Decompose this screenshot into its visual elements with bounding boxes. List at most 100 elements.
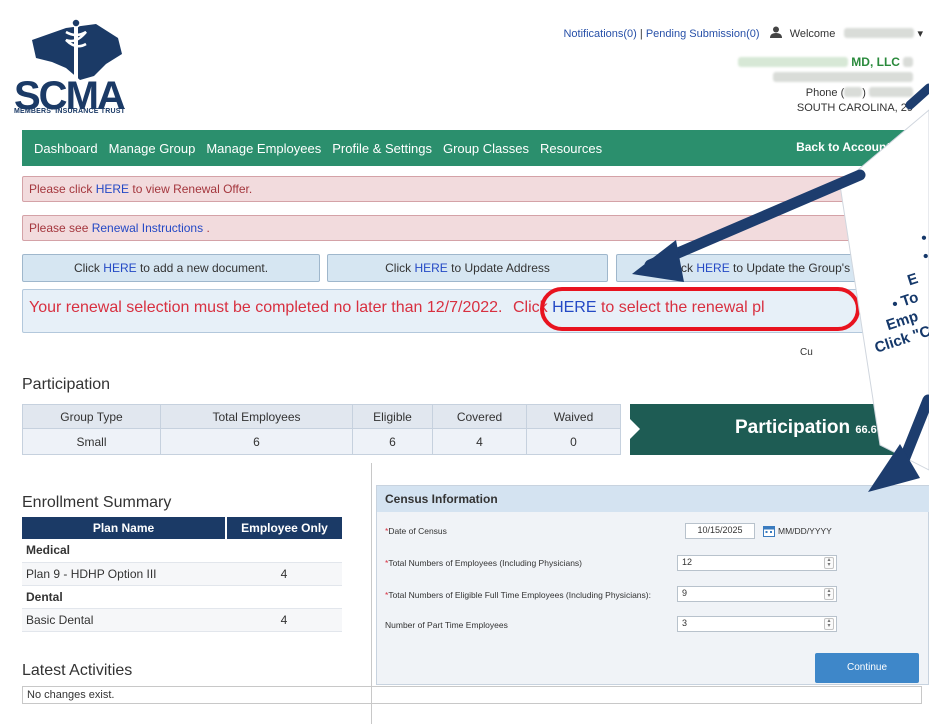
org-name: MD, LLC (851, 55, 900, 69)
input-value: 3 (682, 618, 688, 628)
stepper-icon[interactable]: ▴ ▾ (824, 588, 834, 600)
deadline-text: Your renewal selection must be completed… (29, 299, 503, 316)
plan-count-cell: 4 (226, 608, 342, 632)
redacted-org-suffix (903, 57, 913, 67)
date-of-census-input[interactable]: 10/15/2025 (685, 523, 755, 539)
alert-text: Please see (29, 221, 92, 235)
pending-submission-link[interactable]: Pending Submission(0) (646, 28, 760, 40)
banner-arrow (630, 419, 640, 439)
label-text: Total Numbers of Eligible Full Time Empl… (388, 590, 651, 600)
enrollment-summary-title: Enrollment Summary (22, 494, 172, 511)
table-row: Medical (22, 539, 342, 563)
census-title: Census Information (377, 486, 929, 512)
current-label: Cu (800, 347, 813, 358)
notifications-link[interactable]: Notifications(0) (563, 28, 636, 40)
redacted-address (773, 72, 913, 82)
participation-table: Group Type Total Employees Eligible Cove… (22, 404, 621, 455)
chevron-down-icon[interactable]: ▾ (917, 28, 923, 40)
update-waiting-period-link[interactable]: HERE (696, 261, 729, 275)
part-time-employees-input[interactable]: 3 ▴ ▾ (677, 616, 837, 632)
button-text: Click (667, 261, 697, 275)
eligible-employees-input[interactable]: 9 ▴ ▾ (677, 586, 837, 602)
nav-resources[interactable]: Resources (540, 141, 602, 156)
scma-logo[interactable]: SCMA MEMBERS' INSURANCE TRUST (14, 18, 144, 122)
welcome-label: Welcome (789, 28, 836, 40)
button-text: Click (73, 261, 104, 275)
table-row[interactable]: Basic Dental 4 (22, 608, 342, 632)
col-waived: Waived (526, 404, 621, 429)
cell-eligible: 6 (352, 428, 433, 455)
nav-group-classes[interactable]: Group Classes (443, 141, 529, 156)
continue-button[interactable]: Continue (815, 653, 919, 683)
date-format-hint: MM/DD/YYYY (778, 526, 832, 536)
cell-total-employees: 6 (160, 428, 353, 455)
redacted-phone (869, 87, 913, 97)
logo-subtitle: MEMBERS' INSURANCE TRUST (14, 108, 126, 115)
update-address-button[interactable]: Click HERE to Update Address (327, 254, 608, 282)
nav-manage-employees[interactable]: Manage Employees (206, 141, 321, 156)
add-document-link[interactable]: HERE (103, 261, 136, 275)
redacted-username (844, 28, 915, 38)
participation-header-row: Group Type Total Employees Eligible Cove… (22, 404, 621, 429)
enrollment-table: Plan Name Employee Only Medical Plan 9 -… (22, 517, 342, 632)
table-row: Dental (22, 585, 342, 609)
button-text: to Update Address (447, 261, 550, 275)
renewal-offer-alert: Please click HERE to view Renewal Offer. (22, 176, 922, 202)
total-employees-input[interactable]: 12 ▴ ▾ (677, 555, 837, 571)
link-separator: | (639, 28, 643, 40)
user-icon (769, 26, 782, 38)
plan-count-cell: 4 (226, 562, 342, 586)
part-time-employees-label: Number of Part Time Employees (385, 620, 508, 630)
callout-line: • (918, 229, 929, 248)
top-links: Notifications(0) | Pending Submission(0)… (563, 26, 923, 40)
renewal-offer-link[interactable]: HERE (96, 182, 129, 196)
participation-banner-label: Participation 66.67 (735, 417, 883, 439)
nav-dashboard[interactable]: Dashboard (34, 141, 98, 156)
banner-label-text: Participation (735, 417, 851, 438)
renewal-instructions-link[interactable]: Renewal Instructions (92, 221, 203, 235)
col-group-type: Group Type (22, 404, 161, 429)
cell-covered: 4 (432, 428, 527, 455)
back-to-account-search[interactable]: Back to Account Sea (796, 140, 915, 154)
state-zip: SOUTH CAROLINA, 29 (796, 102, 913, 114)
nav-profile-settings[interactable]: Profile & Settings (332, 141, 432, 156)
button-text: to add a new document. (136, 261, 269, 275)
cell-group-type: Small (22, 428, 161, 455)
main-nav: Dashboard Manage Group Manage Employees … (22, 130, 929, 166)
col-eligible: Eligible (352, 404, 433, 429)
cell-waived: 0 (526, 428, 621, 455)
phone-close: ) (862, 87, 866, 99)
renewal-instructions-alert: Please see Renewal Instructions . (22, 215, 922, 241)
nav-manage-group[interactable]: Manage Group (109, 141, 196, 156)
label-text: Date of Census (388, 526, 447, 536)
table-row[interactable]: Plan 9 - HDHP Option III 4 (22, 562, 342, 586)
calendar-icon[interactable] (763, 525, 775, 537)
col-plan-name: Plan Name (22, 517, 227, 539)
redacted-org-prefix (738, 57, 849, 67)
alert-text: Please click (29, 182, 96, 196)
col-covered: Covered (432, 404, 527, 429)
input-value: 9 (682, 588, 688, 598)
stepper-icon[interactable]: ▴ ▾ (824, 618, 834, 630)
activities-list: No changes exist. (22, 686, 922, 704)
plan-name-cell: Basic Dental (22, 608, 226, 632)
participation-percent: 66.67 (855, 424, 883, 436)
organization-info: MD, LLC Phone () SOUTH CAROLINA, 29 (738, 55, 913, 116)
phone-label: Phone ( (805, 87, 845, 99)
callout-line: • (920, 247, 929, 266)
total-employees-label: *Total Numbers of Employees (Including P… (385, 558, 582, 568)
input-value: 12 (682, 557, 693, 567)
header: SCMA MEMBERS' INSURANCE TRUST Notificati… (0, 0, 929, 130)
page: SCMA MEMBERS' INSURANCE TRUST Notificati… (0, 0, 929, 724)
label-text: Total Numbers of Employees (Including Ph… (388, 558, 583, 568)
category-dental: Dental (22, 585, 342, 609)
button-text: Click (385, 261, 415, 275)
document-button-row: Click HERE to add a new document. Click … (22, 254, 922, 282)
category-medical: Medical (22, 539, 342, 563)
alert-text: to view Renewal Offer. (129, 182, 253, 196)
add-document-button[interactable]: Click HERE to add a new document. (22, 254, 320, 282)
update-address-link[interactable]: HERE (414, 261, 447, 275)
date-of-census-label: *Date of Census (385, 526, 447, 536)
stepper-icon[interactable]: ▴ ▾ (824, 557, 834, 569)
plan-name-cell: Plan 9 - HDHP Option III (22, 562, 226, 586)
